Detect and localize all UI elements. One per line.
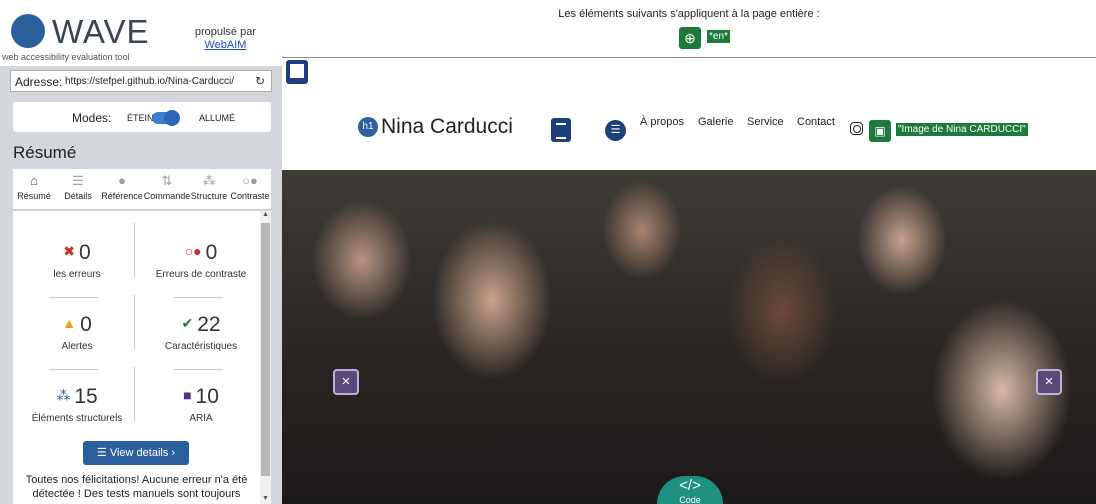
wave-sidebar: WAVE web accessibility evaluation tool p…	[0, 0, 282, 504]
contrast-error-icon: ○●	[184, 243, 202, 259]
image-tag-icon[interactable]	[1036, 369, 1062, 395]
view-details-button[interactable]: ☰ View details ›	[83, 441, 189, 465]
divider	[49, 369, 99, 370]
code-label: Code	[679, 495, 701, 504]
tab-label: Commande	[143, 191, 191, 201]
wave-logo-icon	[11, 14, 45, 48]
summary-heading: Résumé	[13, 143, 77, 162]
tab-label: Contraste	[230, 191, 270, 201]
reload-icon[interactable]: ↻	[255, 74, 265, 88]
tab-contrast[interactable]: ○● Contraste	[228, 169, 272, 210]
stat-aria[interactable]: ■ 10 ARIA	[141, 381, 261, 424]
view-details-label: View details ›	[109, 447, 176, 459]
list-icon: ☰	[72, 173, 84, 188]
divider	[173, 369, 223, 370]
stat-errors[interactable]: ✖ 0 les erreurs	[17, 237, 137, 280]
scroll-thumb[interactable]	[261, 223, 270, 476]
modes-label: Modes:	[72, 111, 112, 125]
mode-on-label: ALLUMÉ	[199, 113, 236, 123]
language-tag: *en*	[707, 30, 730, 43]
structure-icon: ⁂	[56, 387, 71, 403]
address-bar: Adresse: ↻	[10, 70, 272, 92]
nav-link-about[interactable]: À propos	[640, 116, 684, 128]
powered-by-label: propulsé par	[194, 26, 256, 38]
alert-icon: ▲	[62, 315, 77, 331]
image-alt-icon[interactable]: ▣	[869, 120, 891, 142]
stat-value: 0	[79, 241, 91, 264]
stat-structural[interactable]: ⁂ 15 Éléments structurels	[17, 381, 137, 424]
code-badge[interactable]: </> Code	[657, 476, 723, 504]
logo-area: WAVE web accessibility evaluation tool p…	[0, 0, 282, 66]
nav-link-contact[interactable]: Contact	[797, 116, 835, 128]
nav-landmark-icon[interactable]	[551, 118, 571, 142]
page-structure-icon[interactable]	[286, 60, 308, 84]
site-title: Nina Carducci	[381, 115, 513, 138]
stat-value: 22	[197, 313, 221, 336]
scroll-up-icon[interactable]: ▲	[262, 211, 269, 218]
stat-contrast-errors[interactable]: ○● 0 Erreurs de contraste	[141, 237, 261, 280]
structure-icon: ⁂	[202, 173, 216, 188]
stat-value: 0	[80, 313, 92, 336]
unordered-list-icon[interactable]: ☰	[605, 120, 626, 141]
stat-label: Caractéristiques	[164, 341, 238, 352]
site-header: h1 Nina Carducci ☰ À propos Galerie Serv…	[282, 86, 1096, 170]
stat-alerts[interactable]: ▲ 0 Alertes	[17, 309, 137, 352]
summary-panel: ✖ 0 les erreurs ○● 0 Erreurs de contraste …	[13, 211, 260, 504]
contrast-icon: ○●	[242, 173, 258, 188]
aria-icon: ■	[183, 387, 192, 403]
logo-text: WAVE	[52, 13, 150, 50]
stat-label: les erreurs	[53, 269, 101, 280]
mode-toggle[interactable]	[152, 110, 180, 126]
error-icon: ✖	[63, 243, 76, 259]
modes-panel: Modes: ÉTEINT ALLUMÉ	[13, 102, 271, 132]
list-icon: ☰	[96, 447, 110, 459]
app: WAVE web accessibility evaluation tool p…	[0, 0, 1096, 504]
stat-value: 0	[205, 241, 218, 264]
stat-features[interactable]: ✔ 22 Caractéristiques	[141, 309, 261, 352]
divider	[173, 297, 223, 298]
tab-details[interactable]: ☰ Détails	[57, 169, 99, 210]
tab-label: Résumé	[17, 191, 51, 201]
stat-label: Alertes	[61, 341, 93, 352]
nav-link-gallery[interactable]: Galerie	[698, 116, 733, 128]
nav-link-service[interactable]: Service	[747, 116, 784, 128]
language-icon[interactable]: ⊕	[679, 27, 701, 49]
divider	[49, 297, 99, 298]
hero-image	[282, 170, 1096, 504]
home-icon: ⌂	[30, 173, 38, 188]
stat-value: 15	[74, 385, 98, 408]
image-alt-text: "Image de Nina CARDUCCI"	[896, 123, 1028, 136]
congrats-text: Toutes nos félicitations! Aucune erreur …	[25, 474, 248, 500]
tab-summary[interactable]: ⌂ Résumé	[13, 169, 55, 210]
tab-reference[interactable]: ● Référence	[99, 169, 145, 210]
tab-structure[interactable]: ⁂ Structure	[187, 169, 231, 210]
instagram-icon[interactable]	[850, 122, 863, 135]
summary-scrollbar[interactable]: ▲ ▼	[260, 211, 271, 504]
tab-label: Référence	[101, 191, 143, 201]
info-icon: ●	[118, 173, 126, 188]
powered-by: propulsé par WebAIM	[195, 26, 256, 52]
tab-label: Structure	[190, 191, 228, 201]
notice-text: Les éléments suivants s'appliquent à la …	[558, 8, 820, 20]
tab-order[interactable]: ⇅ Commande	[143, 169, 191, 210]
stat-label: Éléments structurels	[31, 413, 123, 424]
order-icon: ⇅	[161, 173, 173, 188]
address-label: Adresse:	[15, 75, 63, 89]
stat-label: ARIA	[189, 413, 213, 424]
tab-label: Détails	[64, 191, 92, 201]
webaim-link[interactable]: WebAIM	[195, 39, 256, 52]
scroll-down-icon[interactable]: ▼	[262, 495, 269, 502]
stat-label: Erreurs de contraste	[155, 269, 247, 280]
logo-subtitle: web accessibility evaluation tool	[2, 52, 130, 62]
address-input[interactable]	[65, 73, 245, 90]
image-tag-icon[interactable]	[333, 369, 359, 395]
stat-value: 10	[195, 385, 219, 408]
page-notice: Les éléments suivants s'appliquent à la …	[282, 0, 1096, 58]
check-icon: ✔	[181, 315, 194, 331]
tab-bar: ⌂ Résumé ☰ Détails ● Référence ⇅ Command…	[13, 169, 271, 210]
h1-badge-icon[interactable]: h1	[358, 117, 378, 137]
